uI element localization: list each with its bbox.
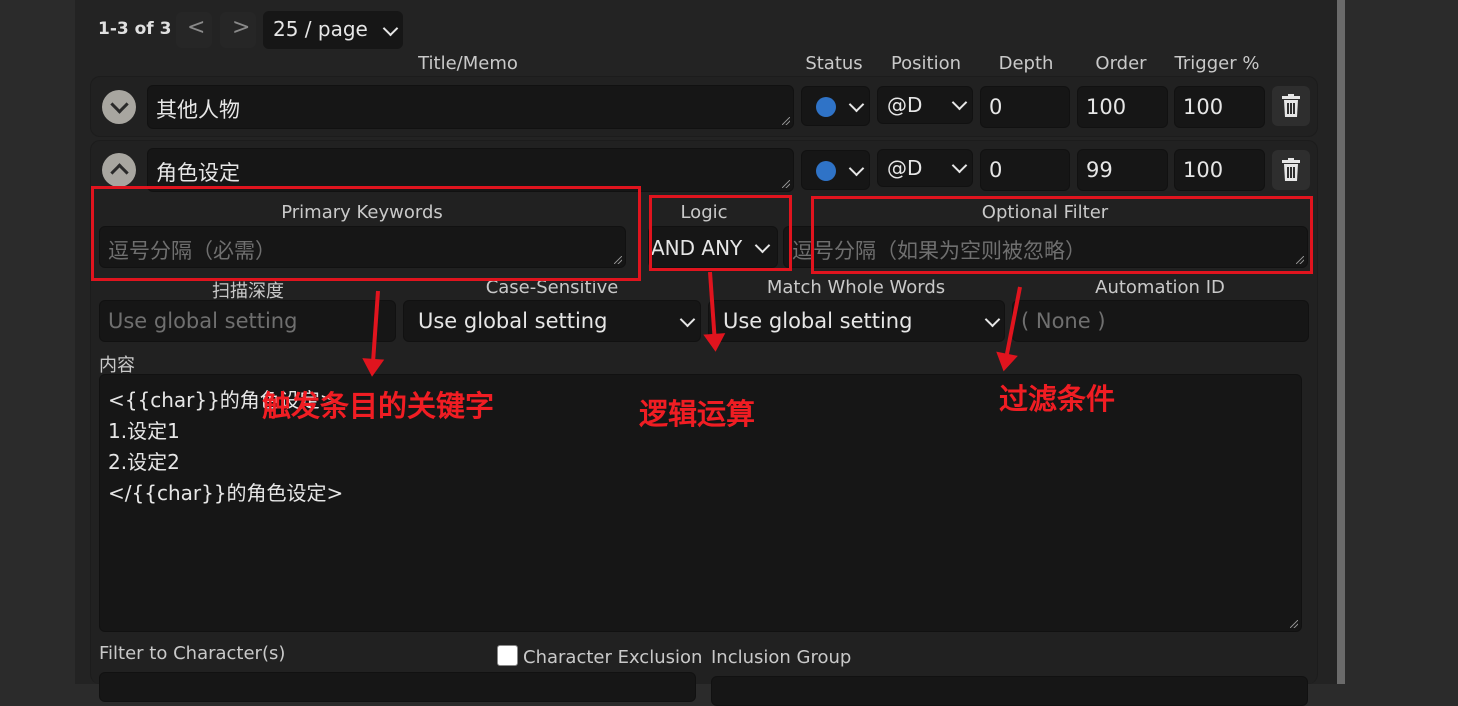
chevron-down-icon [951,94,968,111]
header-depth: Depth [998,53,1054,74]
delete-button[interactable] [1272,150,1310,190]
position-select[interactable]: @D [877,86,973,124]
status-select[interactable] [801,86,870,126]
resize-handle-icon[interactable] [1290,620,1298,628]
depth-input[interactable]: 0 [980,86,1070,128]
case-sensitive-select[interactable]: Use global setting [403,300,701,342]
trash-icon [1282,94,1300,117]
header-position: Position [890,53,962,74]
annotation-filter: 过滤条件 [999,382,1116,416]
scan-depth-input[interactable]: Use global setting [99,300,396,342]
order-input[interactable]: 100 [1077,86,1168,128]
filter-characters-input[interactable] [99,672,696,702]
chevron-up-icon [110,163,129,182]
chevron-down-icon [951,157,968,174]
annotation-logic: 逻辑运算 [639,397,756,431]
resize-handle-icon[interactable] [782,180,790,188]
automation-id-input[interactable]: ( None ) [1012,300,1309,342]
resize-handle-icon[interactable] [782,117,790,125]
trigger-input[interactable]: 100 [1174,149,1265,191]
scrollbar[interactable] [1337,0,1345,684]
pagination-range: 1-3 of 3 [98,19,172,39]
prev-page-button[interactable]: < [176,12,212,48]
match-whole-words-label: Match Whole Words [766,277,946,298]
expand-button[interactable] [102,90,136,124]
collapse-button[interactable] [102,153,136,187]
chevron-down-icon [848,160,865,177]
trash-icon [1282,158,1300,181]
annotation-box-logic [649,195,792,271]
annotation-keywords: 触发条目的关键字 [262,389,495,423]
status-select[interactable] [801,150,870,190]
position-select[interactable]: @D [877,149,973,187]
content-line: </{{char}}的角色设定> [108,481,344,505]
chevron-down-icon [382,20,399,37]
match-whole-words-select[interactable]: Use global setting [708,300,1005,342]
inclusion-group-label: Inclusion Group [711,647,852,668]
chevron-down-icon [848,96,865,113]
content-line: 1.设定1 [108,419,180,443]
annotation-box-keywords [91,186,641,281]
header-trigger: Trigger % [1174,53,1260,74]
chevron-down-icon [984,311,1001,328]
character-exclusion-checkbox[interactable] [497,645,518,666]
delete-button[interactable] [1272,86,1310,126]
header-status: Status [805,53,863,74]
next-page-button[interactable]: > [220,12,256,48]
automation-id-label: Automation ID [1095,277,1225,298]
status-dot [816,161,836,181]
header-order: Order [1095,53,1147,74]
filter-characters-label: Filter to Character(s) [99,643,286,664]
order-input[interactable]: 99 [1077,149,1168,191]
status-dot [816,97,836,117]
annotation-box-filter [811,196,1313,274]
content-line: 2.设定2 [108,450,180,474]
header-title: Title/Memo [418,53,518,74]
entry-title-input[interactable]: 其他人物 [147,85,794,129]
depth-input[interactable]: 0 [980,149,1070,191]
character-exclusion-label: Character Exclusion [523,647,703,668]
inclusion-group-input[interactable] [711,676,1308,706]
chevron-down-icon [110,95,129,114]
trigger-input[interactable]: 100 [1174,86,1265,128]
page-size-select[interactable]: 25 / page [263,11,403,49]
chevron-down-icon [679,311,696,328]
